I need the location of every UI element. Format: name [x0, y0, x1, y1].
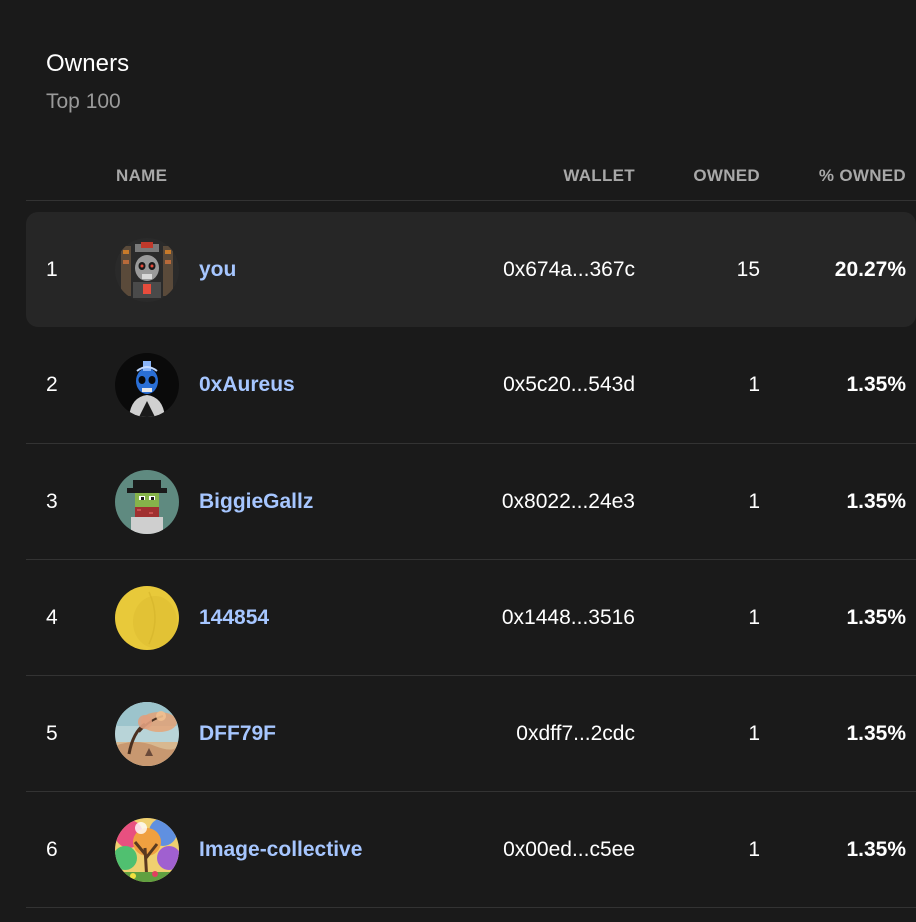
owner-name-link[interactable]: 144854 [199, 560, 269, 675]
owned-count: 1 [748, 605, 760, 629]
yellow-circle-avatar[interactable] [115, 585, 179, 650]
wallet-address[interactable]: 0xdff7...2cdc [516, 676, 635, 791]
wallet-address[interactable]: 0x1448...3516 [502, 560, 635, 675]
owner-name-link[interactable]: BiggieGallz [199, 444, 313, 559]
owner-name-link[interactable]: Image-collective [199, 792, 362, 907]
table-row[interactable]: 6 Image-collective 0x00ed...c5ee 1 1.35% [26, 792, 916, 908]
wallet-address[interactable]: 0x5c20...543d [503, 327, 635, 443]
row-rank: 1 [46, 257, 58, 281]
owned-count: 15 [736, 257, 760, 281]
pixel-hat-avatar[interactable] [115, 469, 179, 534]
column-header-percent-owned[interactable]: % OWNED [819, 166, 906, 186]
table-row[interactable]: 5 DFF79F 0xdff7...2cdc 1 1.35% [26, 676, 916, 792]
owners-list: 1 you 0x674a...367c 15 20.27% 2 0xAureus… [26, 212, 916, 908]
percent-owned: 1.35% [846, 489, 906, 513]
percent-owned: 1.35% [846, 605, 906, 629]
wallet-address[interactable]: 0x00ed...c5ee [503, 792, 635, 907]
owned-count: 1 [748, 489, 760, 513]
owned-count: 1 [748, 837, 760, 861]
row-rank: 6 [46, 837, 58, 861]
row-rank: 3 [46, 489, 58, 513]
table-header: NAME WALLET OWNED % OWNED [26, 150, 916, 201]
landscape-tree-avatar[interactable] [115, 701, 179, 766]
percent-owned: 20.27% [834, 257, 906, 281]
owner-name-link[interactable]: DFF79F [199, 676, 276, 791]
table-row[interactable]: 3 BiggieGallz 0x8022...24e3 1 1.35% [26, 444, 916, 560]
percent-owned: 1.35% [846, 837, 906, 861]
column-header-owned[interactable]: OWNED [693, 166, 760, 186]
table-row[interactable]: 1 you 0x674a...367c 15 20.27% [26, 212, 916, 327]
table-row[interactable]: 4 144854 0x1448...3516 1 1.35% [26, 560, 916, 676]
colorful-tree-avatar[interactable] [115, 817, 179, 882]
owner-name-link[interactable]: 0xAureus [199, 327, 295, 443]
wallet-address[interactable]: 0x8022...24e3 [502, 444, 635, 559]
panel-subtitle: Top 100 [46, 90, 121, 113]
row-rank: 2 [46, 373, 58, 396]
owner-name-link[interactable]: you [199, 212, 236, 327]
column-header-wallet[interactable]: WALLET [563, 166, 635, 186]
percent-owned: 1.35% [846, 373, 906, 396]
blue-skull-avatar[interactable] [115, 353, 179, 417]
owned-count: 1 [748, 373, 760, 396]
skull-machine-avatar[interactable] [115, 237, 179, 302]
column-header-name[interactable]: NAME [116, 166, 167, 186]
wallet-address[interactable]: 0x674a...367c [503, 212, 635, 327]
row-rank: 5 [46, 721, 58, 745]
row-rank: 4 [46, 605, 58, 629]
percent-owned: 1.35% [846, 721, 906, 745]
panel-title: Owners [46, 50, 130, 77]
owners-panel: Owners Top 100 NAME WALLET OWNED % OWNED… [0, 0, 916, 922]
owned-count: 1 [748, 721, 760, 745]
table-row[interactable]: 2 0xAureus 0x5c20...543d 1 1.35% [26, 327, 916, 444]
